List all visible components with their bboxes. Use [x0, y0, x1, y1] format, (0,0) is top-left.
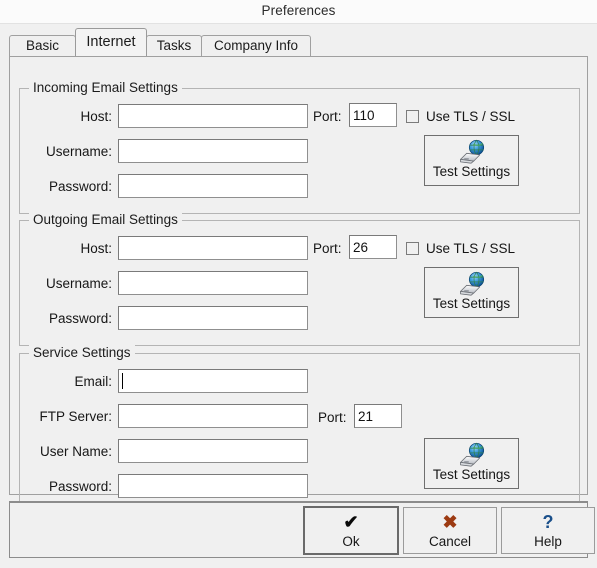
input-incoming-host[interactable] — [118, 104, 308, 128]
button-test-service-settings[interactable]: Test Settings — [424, 438, 519, 489]
dialog-button-bar: ✔ Ok ✖ Cancel ? Help — [9, 501, 595, 558]
input-outgoing-port[interactable]: 26 — [349, 235, 397, 259]
group-title-outgoing: Outgoing Email Settings — [29, 212, 182, 227]
tab-tasks[interactable]: Tasks — [146, 35, 202, 57]
group-incoming-email-settings: Incoming Email Settings Host: Username: … — [19, 80, 580, 214]
label-incoming-port: Port: — [313, 109, 342, 124]
label-incoming-host: Host: — [80, 109, 112, 124]
preferences-dialog: Preferences Basic Internet Tasks Company… — [0, 0, 597, 568]
input-outgoing-password[interactable] — [118, 306, 308, 330]
button-test-outgoing-label: Test Settings — [432, 296, 511, 311]
help-button[interactable]: ? Help — [501, 507, 595, 554]
input-service-email[interactable] — [118, 369, 308, 393]
tab-company-info[interactable]: Company Info — [201, 35, 311, 57]
tab-panel-internet: Incoming Email Settings Host: Username: … — [9, 56, 588, 514]
tab-basic[interactable]: Basic — [9, 35, 76, 57]
cancel-button[interactable]: ✖ Cancel — [403, 507, 497, 554]
checkmark-icon: ✔ — [343, 512, 359, 532]
label-service-port: Port: — [318, 410, 347, 425]
input-incoming-username[interactable] — [118, 139, 308, 163]
label-service-email: Email: — [74, 374, 112, 389]
globe-network-icon — [425, 271, 518, 297]
title-bar: Preferences — [0, 0, 597, 24]
label-outgoing-username: Username: — [45, 276, 112, 291]
window-title: Preferences — [261, 3, 336, 18]
input-incoming-port[interactable]: 110 — [349, 103, 397, 127]
checkbox-box-icon — [406, 242, 419, 255]
group-title-service: Service Settings — [29, 345, 135, 360]
text-caret — [122, 373, 123, 389]
cross-icon: ✖ — [442, 512, 458, 532]
button-test-outgoing-settings[interactable]: Test Settings — [424, 267, 519, 318]
checkbox-box-icon — [406, 110, 419, 123]
button-test-service-label: Test Settings — [432, 467, 511, 482]
input-service-password[interactable] — [118, 474, 308, 498]
label-outgoing-host: Host: — [80, 241, 112, 256]
question-mark-icon: ? — [542, 512, 554, 532]
ok-button[interactable]: ✔ Ok — [303, 506, 399, 555]
label-incoming-password: Password: — [48, 179, 112, 194]
checkbox-outgoing-tls-label: Use TLS / SSL — [426, 241, 516, 256]
label-outgoing-port: Port: — [313, 241, 342, 256]
label-service-password: Password: — [48, 479, 112, 494]
input-outgoing-host[interactable] — [118, 236, 308, 260]
label-incoming-username: Username: — [45, 144, 112, 159]
input-incoming-password[interactable] — [118, 174, 308, 198]
button-test-incoming-settings[interactable]: Test Settings — [424, 135, 519, 186]
checkbox-outgoing-use-tls-ssl[interactable]: Use TLS / SSL — [406, 240, 515, 258]
help-button-label: Help — [534, 534, 562, 549]
globe-network-icon — [425, 139, 518, 165]
button-test-incoming-label: Test Settings — [432, 164, 511, 179]
checkbox-incoming-use-tls-ssl[interactable]: Use TLS / SSL — [406, 108, 515, 126]
input-service-ftp-server[interactable] — [118, 404, 308, 428]
group-outgoing-email-settings: Outgoing Email Settings Host: Username: … — [19, 212, 580, 346]
input-service-user-name[interactable] — [118, 439, 308, 463]
input-service-port[interactable]: 21 — [354, 404, 402, 428]
label-outgoing-password: Password: — [48, 311, 112, 326]
group-service-settings: Service Settings Email: FTP Server: User… — [19, 345, 580, 514]
tab-strip: Basic Internet Tasks Company Info — [9, 28, 588, 57]
group-title-incoming: Incoming Email Settings — [29, 80, 182, 95]
checkbox-incoming-tls-label: Use TLS / SSL — [426, 109, 516, 124]
cancel-button-label: Cancel — [428, 534, 472, 549]
tab-control: Basic Internet Tasks Company Info Incomi… — [9, 28, 588, 514]
label-service-user-name: User Name: — [39, 444, 112, 459]
label-service-ftp-server: FTP Server: — [39, 409, 112, 424]
tab-internet[interactable]: Internet — [75, 28, 147, 56]
globe-network-icon — [425, 442, 518, 468]
ok-button-label: Ok — [342, 534, 360, 549]
input-outgoing-username[interactable] — [118, 271, 308, 295]
